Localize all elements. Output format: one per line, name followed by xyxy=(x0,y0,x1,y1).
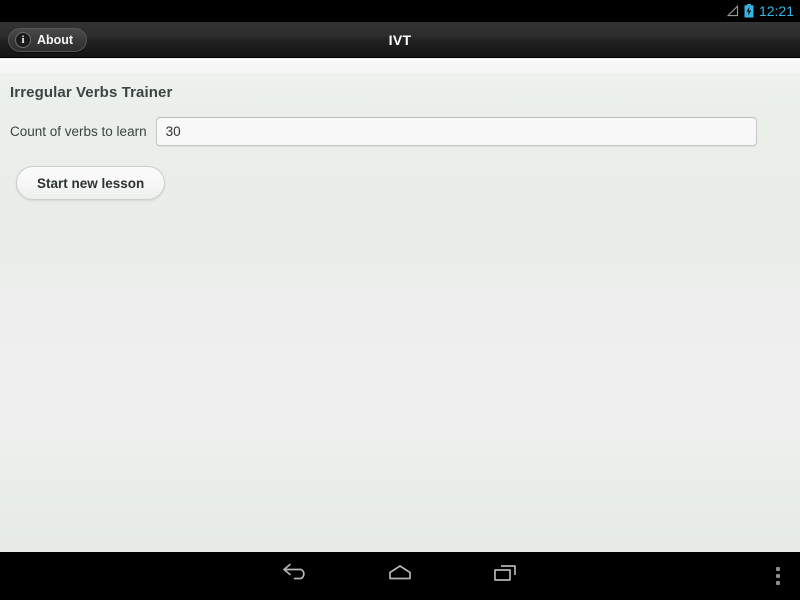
status-bar-icons: 12:21 xyxy=(726,0,794,22)
about-button-label: About xyxy=(37,32,74,47)
status-bar-clock: 12:21 xyxy=(758,3,794,19)
content-top-strip xyxy=(0,59,800,73)
overflow-menu-icon xyxy=(776,574,780,578)
signal-triangle-icon xyxy=(726,5,739,17)
overflow-menu-button[interactable] xyxy=(762,552,794,600)
recent-apps-icon xyxy=(490,563,520,590)
verb-count-label: Count of verbs to learn xyxy=(10,123,147,139)
home-button[interactable] xyxy=(365,552,435,600)
overflow-menu-icon xyxy=(776,567,780,571)
navigation-bar xyxy=(0,552,800,600)
start-new-lesson-button[interactable]: Start new lesson xyxy=(16,166,166,200)
about-button[interactable]: i About xyxy=(8,28,88,52)
back-button[interactable] xyxy=(261,552,331,600)
info-icon: i xyxy=(15,32,31,48)
verb-count-input[interactable] xyxy=(155,116,757,146)
verb-count-row: Count of verbs to learn xyxy=(0,115,800,147)
page-title: Irregular Verbs Trainer xyxy=(10,84,173,101)
overflow-menu-icon xyxy=(776,581,780,585)
recent-apps-button[interactable] xyxy=(470,552,540,600)
back-arrow-icon xyxy=(281,563,311,590)
android-screen: 12:21 IVT i About Irregular Verbs Traine… xyxy=(0,0,800,600)
content-area: Irregular Verbs Trainer Count of verbs t… xyxy=(0,59,800,552)
status-bar: 12:21 xyxy=(0,0,800,22)
action-bar: IVT i About xyxy=(0,22,800,58)
battery-charging-icon xyxy=(744,4,754,18)
app-title: IVT xyxy=(388,32,412,48)
home-icon xyxy=(385,563,415,590)
